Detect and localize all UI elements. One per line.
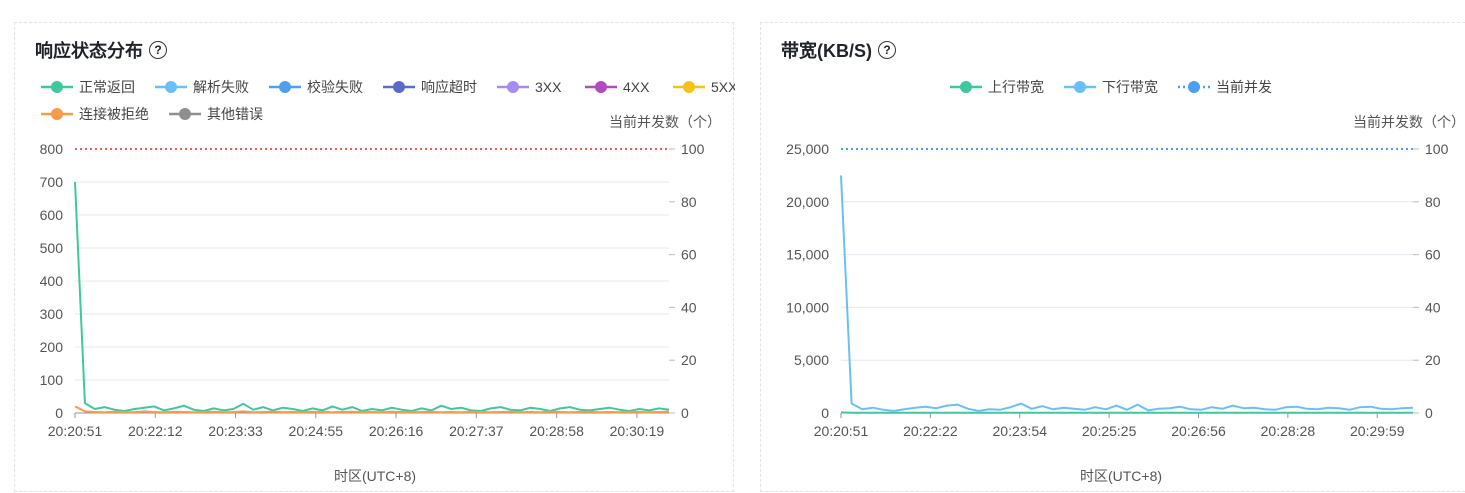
legend-label: 解析失败 xyxy=(193,79,249,95)
legend-label: 其他错误 xyxy=(207,106,263,122)
legend-label: 正常返回 xyxy=(79,79,135,95)
x-tick-label: 20:27:37 xyxy=(449,423,504,439)
y2-tick-label: 60 xyxy=(1425,247,1441,263)
legend-marker xyxy=(51,81,63,93)
x-tick-label: 20:26:16 xyxy=(369,423,424,439)
legend-marker xyxy=(683,81,695,93)
legend-label: 下行带宽 xyxy=(1102,79,1158,95)
y-tick-label: 0 xyxy=(55,405,63,421)
x-tick-label: 20:22:22 xyxy=(903,423,958,439)
legend-marker xyxy=(595,81,607,93)
x-tick-label: 20:23:33 xyxy=(208,423,263,439)
x-tick-label: 20:20:51 xyxy=(48,423,103,439)
y2-tick-label: 20 xyxy=(681,352,697,368)
y-tick-label: 600 xyxy=(40,207,64,223)
y2-tick-label: 20 xyxy=(1425,352,1441,368)
y2-tick-label: 0 xyxy=(1425,405,1433,421)
legend-label: 4XX xyxy=(623,79,650,95)
y2-tick-label: 40 xyxy=(681,299,697,315)
x-tick-label: 20:20:51 xyxy=(814,423,869,439)
y2-axis-title: 当前并发数（个） xyxy=(609,114,721,130)
legend-marker xyxy=(279,81,291,93)
y2-tick-label: 100 xyxy=(1425,141,1449,157)
legend-label: 连接被拒绝 xyxy=(79,106,149,122)
y-tick-label: 200 xyxy=(40,339,64,355)
bandwidth-chart: 上行带宽 下行带宽 当前并发当前并发数（个） 0 5,000 10,000 15,000 20… xyxy=(761,23,1465,493)
x-tick-label: 20:25:25 xyxy=(1082,423,1137,439)
y-tick-label: 15,000 xyxy=(786,247,829,263)
response-status-panel: 响应状态分布 ? 正常返回解析失败校验失败响应超时3XX4XX5XX连接被拒绝其… xyxy=(14,22,734,492)
legend-label: 5XX xyxy=(711,79,735,95)
legend-label: 当前并发 xyxy=(1216,79,1272,95)
y2-axis-title: 当前并发数（个） xyxy=(1353,114,1465,130)
bandwidth-panel: 带宽(KB/S) ? 上行带宽下行带宽当前并发当前并发数（个）05,00010,… xyxy=(760,22,1465,492)
x-tick-label: 20:23:54 xyxy=(993,423,1048,439)
legend-marker xyxy=(960,81,972,93)
y-tick-label: 0 xyxy=(821,405,829,421)
series-line xyxy=(75,182,669,411)
y-tick-label: 20,000 xyxy=(786,194,829,210)
y2-tick-label: 80 xyxy=(1425,194,1441,210)
x-tick-label: 20:22:12 xyxy=(128,423,183,439)
x-tick-label: 20:28:58 xyxy=(529,423,584,439)
x-axis-title: 时区(UTC+8) xyxy=(334,468,416,484)
y2-tick-label: 80 xyxy=(681,194,697,210)
x-tick-label: 20:26:56 xyxy=(1171,423,1226,439)
legend-label: 校验失败 xyxy=(307,79,363,95)
y-tick-label: 100 xyxy=(40,372,64,388)
x-tick-label: 20:28:28 xyxy=(1261,423,1316,439)
legend-marker xyxy=(165,81,177,93)
legend-marker xyxy=(51,108,63,120)
legend-marker xyxy=(1074,81,1086,93)
legend-marker xyxy=(507,81,519,93)
y-tick-label: 10,000 xyxy=(786,299,829,315)
y2-tick-label: 40 xyxy=(1425,299,1441,315)
y-tick-label: 5,000 xyxy=(794,352,829,368)
y2-tick-label: 100 xyxy=(681,141,705,157)
legend-label: 响应超时 xyxy=(421,79,477,95)
series-line xyxy=(841,175,1413,411)
x-tick-label: 20:29:59 xyxy=(1350,423,1405,439)
x-tick-label: 20:30:19 xyxy=(610,423,665,439)
y2-tick-label: 0 xyxy=(681,405,689,421)
legend-marker xyxy=(1188,81,1200,93)
y-tick-label: 400 xyxy=(40,273,64,289)
y-tick-label: 500 xyxy=(40,240,64,256)
y-tick-label: 700 xyxy=(40,174,64,190)
y2-tick-label: 60 xyxy=(681,247,697,263)
legend-label: 上行带宽 xyxy=(988,79,1044,95)
y-tick-label: 300 xyxy=(40,306,64,322)
legend-label: 3XX xyxy=(535,79,562,95)
legend-marker xyxy=(179,108,191,120)
response-status-chart: 正常返回 解析失败 校验失败 响应超时 3XX 4XX 5XX 连接被拒绝 其他错误当前并发数（… xyxy=(15,23,735,493)
x-axis-title: 时区(UTC+8) xyxy=(1080,468,1162,484)
y-tick-label: 25,000 xyxy=(786,141,829,157)
x-tick-label: 20:24:55 xyxy=(289,423,344,439)
y-tick-label: 800 xyxy=(40,141,64,157)
legend-marker xyxy=(393,81,405,93)
